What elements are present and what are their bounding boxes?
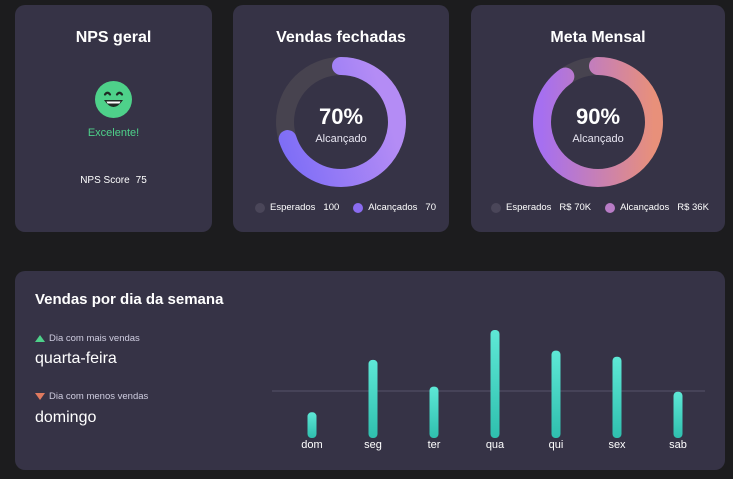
- legend-dot-esperados: [255, 202, 265, 213]
- nps-score: NPS Score 75: [15, 175, 212, 186]
- tick-label-sex: sex: [608, 439, 626, 451]
- nps-status: Excelente!: [87, 127, 140, 139]
- best-day-value: quarta-feira: [35, 350, 117, 367]
- bar-dom: [307, 412, 317, 438]
- bar-seg: [368, 359, 378, 438]
- nps-title: NPS geral: [75, 29, 152, 46]
- vendas-percent: 70%: [318, 104, 364, 129]
- meta-title: Meta Mensal: [550, 29, 646, 46]
- legend-value: R$ 36K: [677, 202, 709, 213]
- vendas-sub: Alcançado: [315, 133, 367, 145]
- bar-qua: [490, 330, 500, 438]
- legend-label: Alcançados: [368, 202, 418, 213]
- legend-label: Esperados: [270, 202, 316, 213]
- vendas-donut-center: 70% Alcançado: [281, 104, 401, 146]
- nps-score-value: 75: [135, 175, 147, 186]
- tick-label-ter: ter: [428, 439, 441, 451]
- vendas-legend: Esperados 100 Alcançados 70: [255, 202, 436, 213]
- nps-score-label: NPS Score: [80, 175, 130, 186]
- bar-sex: [612, 356, 622, 438]
- meta-sub: Alcançado: [572, 133, 624, 145]
- worst-day-label: Dia com menos vendas: [35, 391, 148, 402]
- legend-dot-alcancados: [353, 202, 364, 213]
- legend-value: 70: [425, 202, 436, 213]
- legend-value: 100: [323, 202, 340, 213]
- semana-title: Vendas por dia da semana: [35, 291, 224, 308]
- legend-label: Esperados: [506, 202, 552, 213]
- worst-day-label-text: Dia com menos vendas: [49, 391, 149, 402]
- nps-card: NPS geral Excelente! NPS Score 75: [15, 5, 212, 232]
- bar-sab: [673, 391, 683, 438]
- legend-dot-esperados: [491, 202, 501, 213]
- smiley-icon: [95, 81, 132, 118]
- legend-value: R$ 70K: [559, 202, 592, 213]
- bar-qui: [551, 350, 561, 438]
- meta-legend: Esperados R$ 70K Alcançados R$ 36K: [491, 202, 709, 213]
- tick-label-dom: dom: [301, 439, 322, 451]
- best-day-label-text: Dia com mais vendas: [49, 333, 140, 344]
- legend-label: Alcançados: [620, 202, 670, 213]
- best-day-label: Dia com mais vendas: [35, 333, 140, 344]
- meta-donut-center: 90% Alcançado: [538, 104, 658, 146]
- legend-dot-alcancados: [605, 202, 616, 213]
- semana-card: Vendas por dia da semana Dia com mais ve…: [15, 271, 725, 470]
- meta-percent: 90%: [575, 104, 621, 129]
- worst-day-value: domingo: [35, 409, 97, 426]
- tick-label-qua: qua: [486, 439, 505, 451]
- arrow-up-icon: [35, 335, 45, 342]
- vendas-title: Vendas fechadas: [276, 29, 406, 46]
- vendas-card: Vendas fechadas 70% Alcançado Esperados …: [233, 5, 449, 232]
- tick-label-qui: qui: [549, 439, 564, 451]
- meta-card: Meta Mensal 90% Alcançado Esperados R$ 7…: [471, 5, 725, 232]
- arrow-down-icon: [35, 393, 45, 400]
- sales-bar-chart: dom seg ter qua qui sex sab: [272, 330, 705, 451]
- bar-ter: [429, 386, 439, 438]
- tick-label-sab: sab: [669, 439, 687, 451]
- tick-label-seg: seg: [364, 439, 382, 451]
